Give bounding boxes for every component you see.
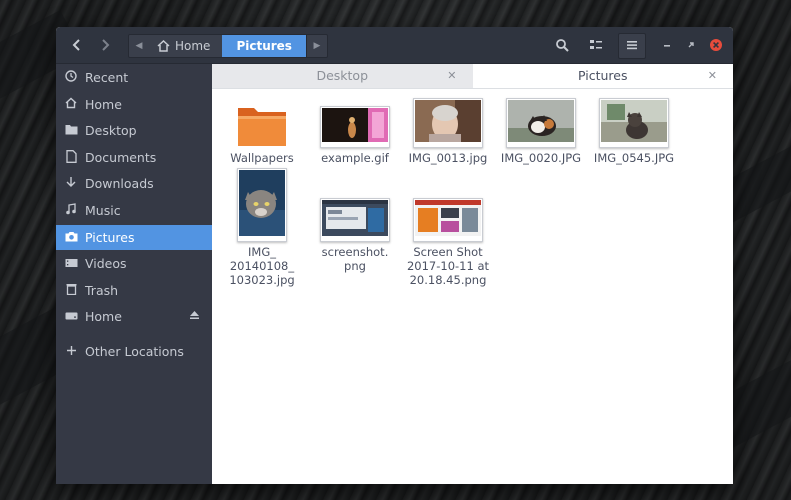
file-name: example.gif <box>321 151 389 165</box>
search-icon <box>556 39 569 52</box>
maximize-icon <box>688 42 694 48</box>
minimize-icon <box>664 45 670 47</box>
forward-button[interactable] <box>92 33 118 57</box>
file-item-example-gif[interactable]: example.gif <box>312 100 398 165</box>
path-segment-label: Home <box>175 39 211 53</box>
sidebar-item-label: Trash <box>85 283 119 298</box>
file-name: IMG_0545.JPG <box>593 151 675 165</box>
path-segment-home[interactable]: Home <box>149 35 223 57</box>
file-name: screenshot. png <box>321 245 389 273</box>
file-item-img-0545[interactable]: IMG_0545.JPG <box>591 98 677 165</box>
eject-icon[interactable] <box>189 310 200 323</box>
drive-icon <box>64 310 78 324</box>
file-item-img-20140108[interactable]: IMG_ 20140108_ 103023.jpg <box>219 168 305 287</box>
sidebar-item-other-locations[interactable]: Other Locations <box>56 339 212 364</box>
document-icon <box>64 149 78 166</box>
file-name: Wallpapers <box>230 151 294 165</box>
sidebar-item-label: Pictures <box>85 230 135 245</box>
tab-bar: Desktop ✕ Pictures ✕ <box>212 64 733 89</box>
tab-label: Desktop <box>316 68 369 83</box>
path-scroll-left-button[interactable]: ◀ <box>129 35 149 57</box>
sidebar-item-label: Documents <box>85 150 157 165</box>
image-thumbnail <box>320 106 390 148</box>
sidebar: Recent Home Desktop Documents Downloads <box>56 64 212 484</box>
file-view: Desktop ✕ Pictures ✕ Wallpapers example.… <box>212 64 733 484</box>
sidebar-item-label: Other Locations <box>85 344 184 359</box>
image-thumbnail <box>413 198 483 242</box>
sidebar-item-home[interactable]: Home <box>56 92 212 117</box>
sidebar-item-videos[interactable]: Videos <box>56 251 212 276</box>
file-item-img-0013[interactable]: IMG_0013.jpg <box>405 98 491 165</box>
file-name: IMG_0013.jpg <box>408 151 488 165</box>
sidebar-item-documents[interactable]: Documents <box>56 145 212 170</box>
headerbar: ◀ Home Pictures ▶ <box>56 27 733 64</box>
maximize-button[interactable] <box>678 33 704 57</box>
tab-label: Pictures <box>578 68 628 83</box>
path-segment-pictures[interactable]: Pictures <box>222 35 306 57</box>
close-icon[interactable]: ✕ <box>708 64 717 88</box>
home-icon <box>157 40 170 52</box>
sidebar-item-label: Recent <box>85 70 129 85</box>
tab-desktop[interactable]: Desktop ✕ <box>212 64 473 88</box>
sidebar-item-home-drive[interactable]: Home <box>56 304 212 329</box>
sidebar-item-downloads[interactable]: Downloads <box>56 171 212 196</box>
file-manager-window: ◀ Home Pictures ▶ Recent Home Desktop Do… <box>56 27 733 484</box>
sidebar-item-label: Home <box>85 309 122 324</box>
sidebar-item-music[interactable]: Music <box>56 198 212 223</box>
hamburger-icon <box>627 41 637 50</box>
image-thumbnail <box>599 98 669 148</box>
file-name: IMG_0020.JPG <box>500 151 582 165</box>
forward-arrow-icon <box>102 39 110 51</box>
image-thumbnail <box>320 198 390 242</box>
sidebar-item-pictures[interactable]: Pictures <box>56 225 212 250</box>
home-icon <box>64 97 78 112</box>
image-thumbnail <box>237 168 287 242</box>
list-view-icon <box>590 40 602 49</box>
file-item-img-0020[interactable]: IMG_0020.JPG <box>498 98 584 165</box>
clock-icon <box>64 70 78 85</box>
path-scroll-right-button[interactable]: ▶ <box>305 35 327 57</box>
path-bar: ◀ Home Pictures ▶ <box>128 34 328 58</box>
file-name: Screen Shot 2017-10-11 at 20.18.45.png <box>406 245 490 287</box>
folder-icon <box>238 108 286 146</box>
minimize-button[interactable] <box>654 33 680 57</box>
download-icon <box>64 176 78 191</box>
plus-icon <box>64 345 78 359</box>
image-thumbnail <box>413 98 483 148</box>
close-button[interactable] <box>703 33 729 57</box>
sidebar-item-desktop[interactable]: Desktop <box>56 118 212 143</box>
close-icon <box>710 39 722 51</box>
video-icon <box>64 257 78 271</box>
sidebar-item-label: Videos <box>85 256 127 271</box>
sidebar-item-trash[interactable]: Trash <box>56 278 212 303</box>
sidebar-item-label: Home <box>85 97 122 112</box>
tab-pictures[interactable]: Pictures ✕ <box>472 64 733 88</box>
trash-icon <box>64 283 78 298</box>
image-thumbnail <box>506 98 576 148</box>
view-mode-button[interactable] <box>583 33 609 57</box>
back-arrow-icon <box>72 39 80 51</box>
close-icon[interactable]: ✕ <box>447 64 456 88</box>
file-item-screen-shot-2017[interactable]: Screen Shot 2017-10-11 at 20.18.45.png <box>405 188 491 287</box>
file-name: IMG_ 20140108_ 103023.jpg <box>229 245 295 287</box>
sidebar-item-label: Desktop <box>85 123 137 138</box>
path-segment-label: Pictures <box>236 39 292 53</box>
search-button[interactable] <box>549 33 575 57</box>
music-icon <box>64 203 78 218</box>
sidebar-item-label: Music <box>85 203 121 218</box>
camera-icon <box>64 231 78 245</box>
sidebar-item-recent[interactable]: Recent <box>56 65 212 90</box>
back-button[interactable] <box>64 33 90 57</box>
folder-icon <box>64 124 78 138</box>
file-item-screenshot-png[interactable]: screenshot. png <box>312 188 398 273</box>
menu-button[interactable] <box>618 33 646 59</box>
file-item-wallpapers[interactable]: Wallpapers <box>219 100 305 165</box>
sidebar-item-label: Downloads <box>85 176 154 191</box>
